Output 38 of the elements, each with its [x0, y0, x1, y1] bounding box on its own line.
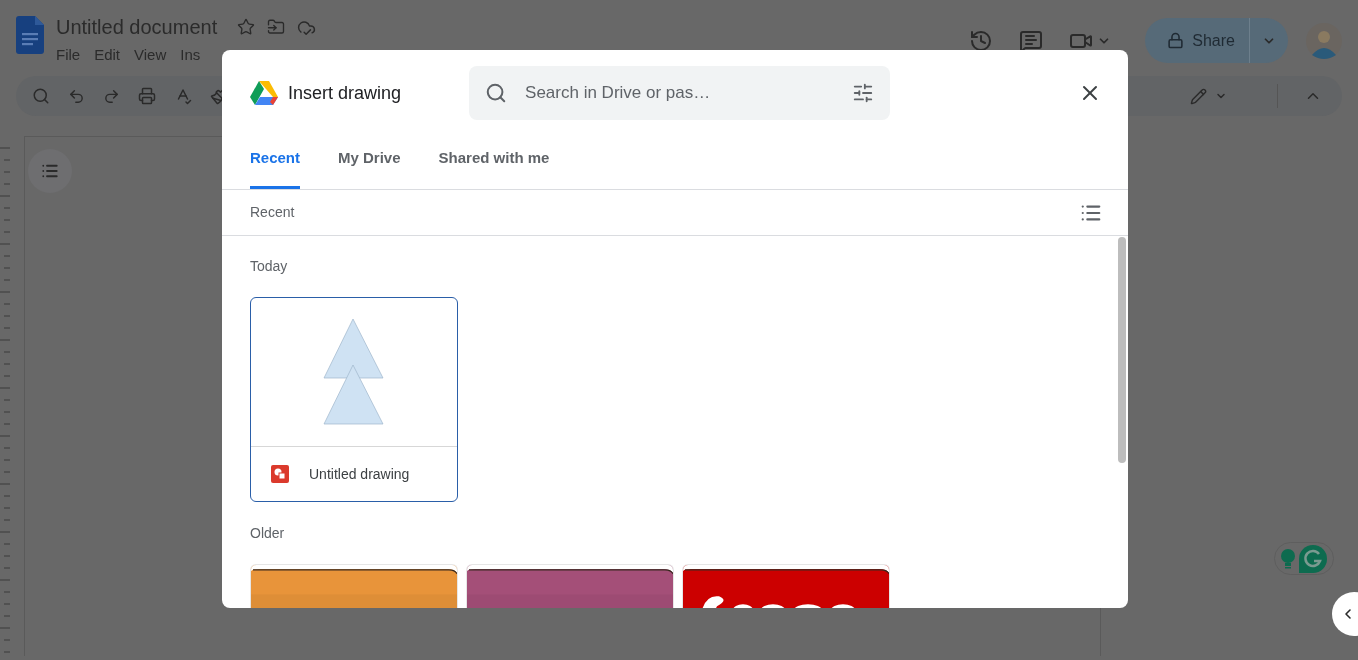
lightbulb-icon — [1281, 548, 1295, 569]
tab[interactable]: My Drive — [338, 146, 401, 189]
search-input[interactable]: Search in Drive or pas… — [525, 80, 835, 106]
menu-item[interactable]: File — [56, 44, 81, 67]
tab[interactable]: Recent — [250, 146, 301, 189]
section-heading: Older — [250, 524, 286, 543]
star-icon[interactable] — [237, 18, 256, 36]
grammarly-icon — [1299, 544, 1327, 573]
search-icon — [485, 82, 508, 104]
outline-button[interactable] — [28, 149, 72, 193]
comment-icon[interactable] — [1019, 28, 1044, 53]
location-label: Recent — [250, 203, 295, 222]
redo-icon[interactable] — [103, 87, 120, 105]
search-field[interactable]: Search in Drive or pas… — [469, 66, 891, 120]
search-icon[interactable] — [32, 87, 50, 105]
dialog-title: Insert drawing — [288, 81, 402, 105]
folder-move-icon[interactable] — [267, 18, 286, 36]
pencil-icon — [1190, 87, 1207, 105]
lock-icon — [1167, 32, 1185, 49]
menu-item[interactable]: View — [134, 44, 167, 67]
editing-mode-button[interactable] — [1190, 87, 1227, 105]
undo-icon[interactable] — [68, 87, 85, 105]
section-heading: Today — [250, 257, 289, 276]
menu-item[interactable]: Edit — [94, 44, 121, 67]
tab[interactable]: Shared with me — [438, 146, 550, 189]
avatar[interactable] — [1306, 22, 1342, 59]
document-title[interactable]: Untitled document — [56, 12, 218, 42]
print-icon[interactable] — [138, 87, 156, 105]
file-card[interactable]: Untitled drawing — [250, 297, 458, 502]
drive-logo-icon — [250, 81, 278, 105]
file-name: Untitled drawing — [309, 464, 410, 484]
document-icon[interactable] — [16, 16, 44, 54]
history-icon[interactable] — [969, 28, 994, 53]
outline-icon — [41, 162, 59, 180]
drawings-file-icon — [271, 465, 289, 483]
search-options-icon[interactable] — [852, 82, 875, 104]
scrollbar[interactable] — [1118, 237, 1126, 463]
menu-item[interactable]: Ins — [180, 44, 201, 67]
